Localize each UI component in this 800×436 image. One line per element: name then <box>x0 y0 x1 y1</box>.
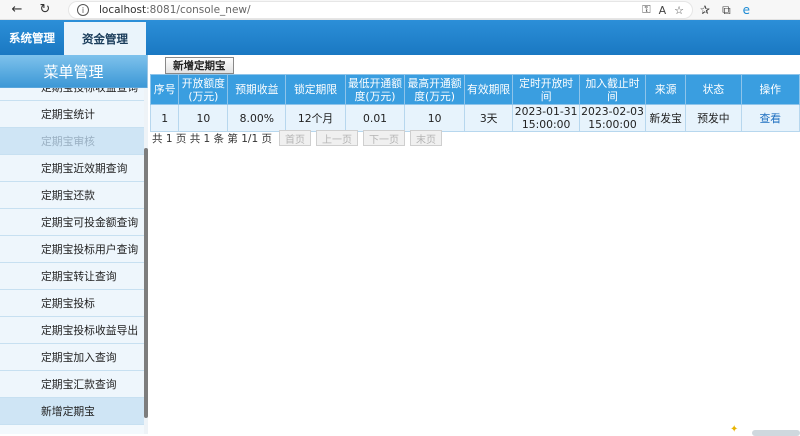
top-navigation: 系统管理 资金管理 <box>0 20 800 55</box>
sidebar-item[interactable]: 定期宝审核 <box>0 128 144 155</box>
table-cell: 2023-01-31 15:00:00 <box>512 104 580 132</box>
table-cell: 8.00% <box>227 104 287 132</box>
table-header-row: 序号 开放额度(万元) 预期收益 锁定期限 最低开通额度(万元) 最高开通额度(万元) 有效… <box>149 74 800 105</box>
main-content: 新增定期宝 序号 开放额度(万元) 预期收益 锁定期限 最低开通额度(万元) 最高开通额度… <box>149 55 800 434</box>
column-header: 序号 <box>149 74 180 105</box>
url-host: localhost <box>99 4 147 16</box>
view-link[interactable]: 查看 <box>760 112 782 125</box>
favorite-star-icon[interactable]: ☆ <box>674 4 684 17</box>
sidebar-menu: 定期宝投标收益查询定期宝统计定期宝审核定期宝近效期查询定期宝还款定期宝可投金额查… <box>0 88 144 434</box>
sidebar-item[interactable]: 定期宝可投金额查询 <box>0 209 144 236</box>
column-header: 最高开通额度(万元) <box>404 74 465 105</box>
sidebar-item[interactable]: 定期宝统计 <box>0 101 144 128</box>
sidebar-item[interactable]: 定期宝还款 <box>0 182 144 209</box>
tab-fund-management[interactable]: 资金管理 <box>64 22 146 55</box>
sidebar-item[interactable]: 新增定期宝 <box>0 398 144 425</box>
sidebar-item[interactable]: 定期宝投标 <box>0 290 144 317</box>
column-header: 锁定期限 <box>285 74 346 105</box>
sidebar-item[interactable]: 定期宝投标收益导出 <box>0 317 144 344</box>
table-cell: 10 <box>404 104 465 132</box>
info-icon[interactable]: i <box>77 4 89 16</box>
sparkle-icon: ✦ <box>730 424 739 435</box>
sidebar-item[interactable]: 定期宝汇款查询 <box>0 371 144 398</box>
sidebar-scrollbar[interactable] <box>144 88 148 434</box>
column-header: 操作 <box>740 74 800 105</box>
pagination: 共 1 页 共 1 条 第 1/1 页 首页 上一页 下一页 末页 <box>152 130 442 146</box>
sidebar-item[interactable]: 定期宝投标收益查询 <box>0 88 144 101</box>
back-arrow-icon[interactable]: ← <box>6 0 28 20</box>
prev-page-button[interactable]: 上一页 <box>315 130 358 146</box>
footer-edge <box>752 430 800 436</box>
sidebar-item[interactable]: 定期宝近效期查询 <box>0 155 144 182</box>
last-page-button[interactable]: 末页 <box>409 130 442 146</box>
table-cell: 1 <box>149 104 180 132</box>
data-table: 序号 开放额度(万元) 预期收益 锁定期限 最低开通额度(万元) 最高开通额度(万元) 有效… <box>149 74 800 132</box>
tab-system-management[interactable]: 系统管理 <box>0 20 64 55</box>
table-cell: 新发宝 <box>645 104 687 132</box>
column-header: 有效期限 <box>463 74 514 105</box>
read-aloud-icon[interactable]: A <box>659 4 667 17</box>
key-icon[interactable]: ⚿ <box>642 3 650 17</box>
table-cell: 预发中 <box>685 104 742 132</box>
pagination-summary: 共 1 页 共 1 条 第 1/1 页 <box>152 132 272 145</box>
add-dingqibao-button[interactable]: 新增定期宝 <box>165 57 234 74</box>
url-path: :8081/console_new/ <box>146 4 251 16</box>
next-page-button[interactable]: 下一页 <box>362 130 405 146</box>
column-header: 来源 <box>645 74 687 105</box>
sidebar-item[interactable]: 定期宝投标用户查询 <box>0 236 144 263</box>
column-header: 加入截止时间 <box>578 74 647 105</box>
table-cell: 12个月 <box>285 104 346 132</box>
table-cell: 3天 <box>463 104 514 132</box>
column-header: 预期收益 <box>227 74 287 105</box>
scrollbar-thumb[interactable] <box>144 148 148 418</box>
sidebar-item[interactable]: 定期宝加入查询 <box>0 344 144 371</box>
table-cell: 10 <box>178 104 229 132</box>
refresh-icon[interactable]: ↻ <box>34 0 56 20</box>
first-page-button[interactable]: 首页 <box>278 130 311 146</box>
column-header: 定时开放时间 <box>512 74 580 105</box>
column-header: 开放额度(万元) <box>178 74 229 105</box>
column-header: 状态 <box>685 74 742 105</box>
sidebar-title: 菜单管理 <box>0 55 147 88</box>
column-header: 最低开通额度(万元) <box>344 74 406 105</box>
sidebar-item[interactable]: 定期宝转让查询 <box>0 263 144 290</box>
table-cell: 2023-02-03 15:00:00 <box>578 104 647 132</box>
sidebar: 菜单管理 定期宝投标收益查询定期宝统计定期宝审核定期宝近效期查询定期宝还款定期宝… <box>0 55 148 434</box>
address-bar[interactable]: i localhost:8081/console_new/ ⚿ A ☆ <box>68 1 693 19</box>
collections-icon[interactable]: ⧉ <box>722 3 731 18</box>
favorites-icon[interactable]: ✰ <box>700 3 710 17</box>
table-cell: 查看 <box>740 104 800 132</box>
table-cell: 0.01 <box>344 104 406 132</box>
edge-icon[interactable]: e <box>743 3 750 17</box>
table-row: 1 10 8.00% 12个月 0.01 10 3天 2023-01-31 15:00:00 2… <box>149 104 800 132</box>
